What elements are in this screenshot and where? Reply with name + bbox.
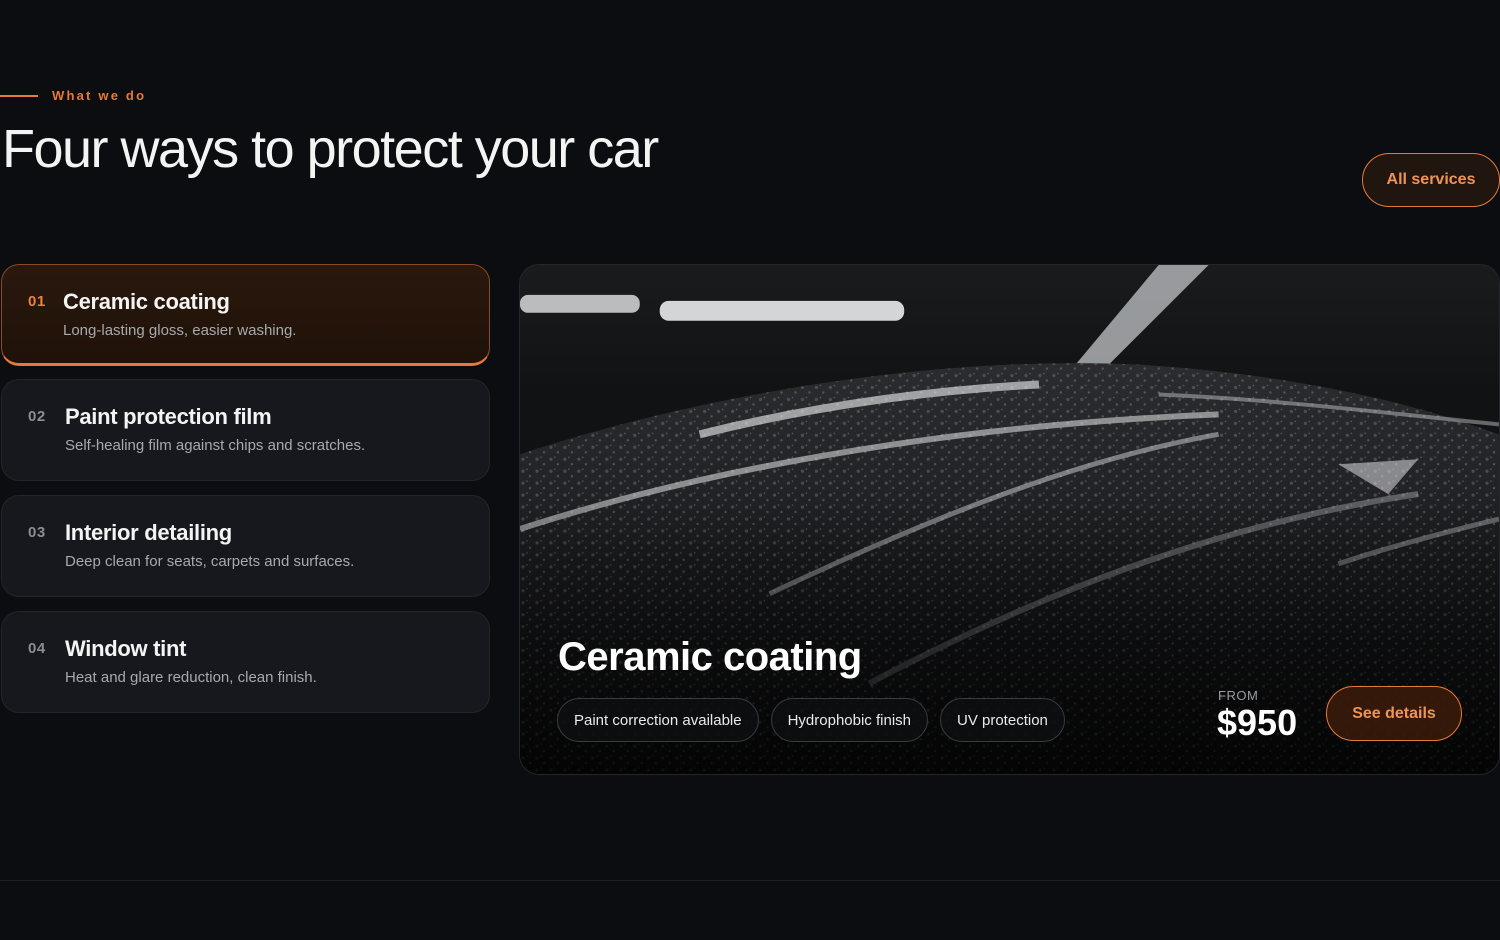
featured-service-title: Ceramic coating: [558, 635, 862, 679]
service-number: 01: [28, 293, 46, 310]
service-item-window-tint[interactable]: 04 Window tint Heat and glare reduction,…: [1, 611, 490, 713]
section-divider: [0, 880, 1500, 881]
feature-tag: Hydrophobic finish: [770, 698, 928, 742]
price-value: $950: [1217, 702, 1298, 743]
all-services-button[interactable]: All services: [1362, 153, 1500, 207]
service-title: Window tint: [65, 636, 187, 661]
featured-service-card: Ceramic coating Paint correction availab…: [519, 264, 1500, 775]
feature-tags: Paint correction available Hydrophobic f…: [557, 698, 1065, 742]
price-from-label: FROM: [1218, 688, 1259, 703]
service-number: 04: [28, 640, 46, 657]
service-number: 02: [28, 408, 46, 425]
eyebrow-line: [0, 94, 38, 97]
service-title: Interior detailing: [65, 520, 232, 545]
feature-tag: Paint correction available: [557, 698, 759, 742]
see-details-button[interactable]: See details: [1326, 686, 1462, 741]
service-description: Deep clean for seats, carpets and surfac…: [65, 553, 355, 570]
service-description: Heat and glare reduction, clean finish.: [65, 669, 317, 686]
service-item-ceramic-coating[interactable]: 01 Ceramic coating Long-lasting gloss, e…: [1, 264, 490, 366]
eyebrow-text: What we do: [52, 88, 147, 103]
service-description: Self-healing film against chips and scra…: [65, 437, 366, 454]
section-eyebrow: What we do: [0, 88, 146, 103]
service-title: Paint protection film: [65, 404, 272, 429]
service-description: Long-lasting gloss, easier washing.: [63, 322, 297, 339]
section-title: Four ways to protect your car: [2, 119, 659, 179]
feature-tag: UV protection: [940, 698, 1065, 742]
service-title: Ceramic coating: [63, 289, 230, 314]
service-number: 03: [28, 524, 46, 541]
services-section: What we do Four ways to protect your car…: [0, 0, 1500, 940]
service-item-interior-detailing[interactable]: 03 Interior detailing Deep clean for sea…: [1, 495, 490, 597]
service-item-paint-protection-film[interactable]: 02 Paint protection film Self-healing fi…: [1, 379, 490, 481]
